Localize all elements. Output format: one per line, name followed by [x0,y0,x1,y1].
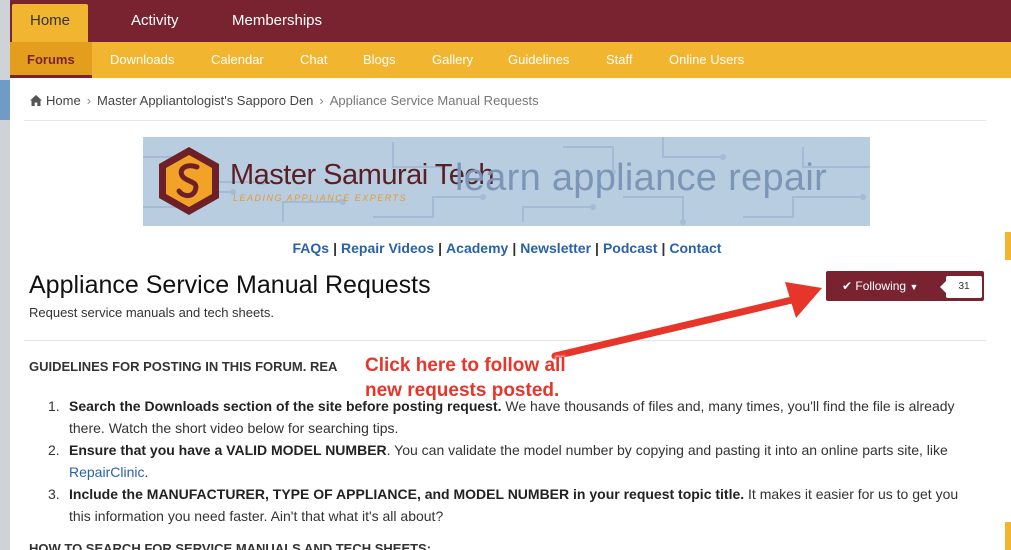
list-item: 3. Include the MANUFACTURER, TYPE OF APP… [48,483,969,527]
subnav-blogs[interactable]: Blogs [363,42,396,78]
quick-links: FAQs | Repair Videos | Academy | Newsletter | Po… [0,240,1011,256]
checkmark-icon: ✔ [842,279,853,293]
annotation-text: Click here to follow all new requests po… [365,353,566,403]
breadcrumb-current: Appliance Service Manual Requests [329,93,539,108]
link-faqs[interactable]: FAQs [293,240,330,256]
rule-bold: Ensure that you have a VALID MODEL NUMBE… [69,442,387,458]
tab-memberships[interactable]: Memberships [232,0,322,42]
caret-down-icon: ▼ [909,282,919,292]
subnav-gallery[interactable]: Gallery [432,42,473,78]
subnav-calendar[interactable]: Calendar [211,42,264,78]
link-academy[interactable]: Academy [446,240,508,256]
link-contact[interactable]: Contact [669,240,721,256]
subnav-guidelines[interactable]: Guidelines [508,42,569,78]
separator: | [661,240,666,256]
page-description: Request service manuals and tech sheets. [29,305,274,320]
breadcrumb-home[interactable]: Home [46,93,81,108]
scroll-marker [1005,232,1011,260]
breadcrumb: Home › Master Appliantologist's Sapporo De… [30,93,539,108]
subnav-chat[interactable]: Chat [300,42,327,78]
page-title: Appliance Service Manual Requests [29,271,431,299]
scroll-marker [1005,522,1011,550]
rules-list: 1. Search the Downloads section of the s… [48,395,969,527]
list-number: 3. [48,486,60,502]
tab-activity[interactable]: Activity [131,0,179,42]
left-edge-strip [0,0,10,550]
banner-slogan: learn appliance repair [455,157,828,199]
left-edge-accent [0,80,10,120]
rule-text-end: . [144,464,149,480]
follow-label: ✔ Following ▼ [842,279,918,293]
annotation-line2: new requests posted. [365,380,560,401]
annotation-line1: Click here to follow all [365,355,566,376]
list-item: 2. Ensure that you have a VALID MODEL NU… [48,439,969,483]
divider [24,120,986,121]
banner-ad[interactable]: Master Samurai Tech LEADING APPLIANCE EX… [143,137,870,226]
list-number: 1. [48,398,60,414]
breadcrumb-den[interactable]: Master Appliantologist's Sapporo Den [97,93,313,108]
rule-text: . You can validate the model number by c… [386,442,948,458]
subnav-staff[interactable]: Staff [606,42,633,78]
follower-count: 31 [946,276,982,298]
howto-heading: HOW TO SEARCH FOR SERVICE MANUALS AND TE… [29,541,432,550]
link-repair-videos[interactable]: Repair Videos [341,240,434,256]
chevron-right-icon: › [86,93,92,108]
repairclinic-link[interactable]: RepairClinic [69,464,144,480]
separator: | [512,240,517,256]
guidelines-heading: GUIDELINES FOR POSTING IN THIS FORUM. RE… [29,359,338,374]
subnav-downloads[interactable]: Downloads [110,42,174,78]
follow-text: Following [855,279,907,293]
tab-home[interactable]: Home [12,4,89,42]
link-podcast[interactable]: Podcast [603,240,657,256]
chevron-right-icon: › [319,93,324,108]
list-number: 2. [48,442,60,458]
subnav-online-users[interactable]: Online Users [669,42,744,78]
subnav-forums[interactable]: Forums [10,42,92,78]
sub-nav: Forums Downloads Calendar Chat Blogs Gal… [10,42,1011,78]
link-newsletter[interactable]: Newsletter [520,240,591,256]
top-nav: Home Activity Memberships [10,0,1011,42]
separator: | [595,240,599,256]
rule-bold: Include the MANUFACTURER, TYPE OF APPLIA… [69,486,745,502]
samurai-logo-icon [159,147,219,215]
banner-tagline: LEADING APPLIANCE EXPERTS [233,193,408,203]
separator: | [438,240,443,256]
home-icon [30,95,42,106]
divider [24,340,986,341]
separator: | [333,240,337,256]
